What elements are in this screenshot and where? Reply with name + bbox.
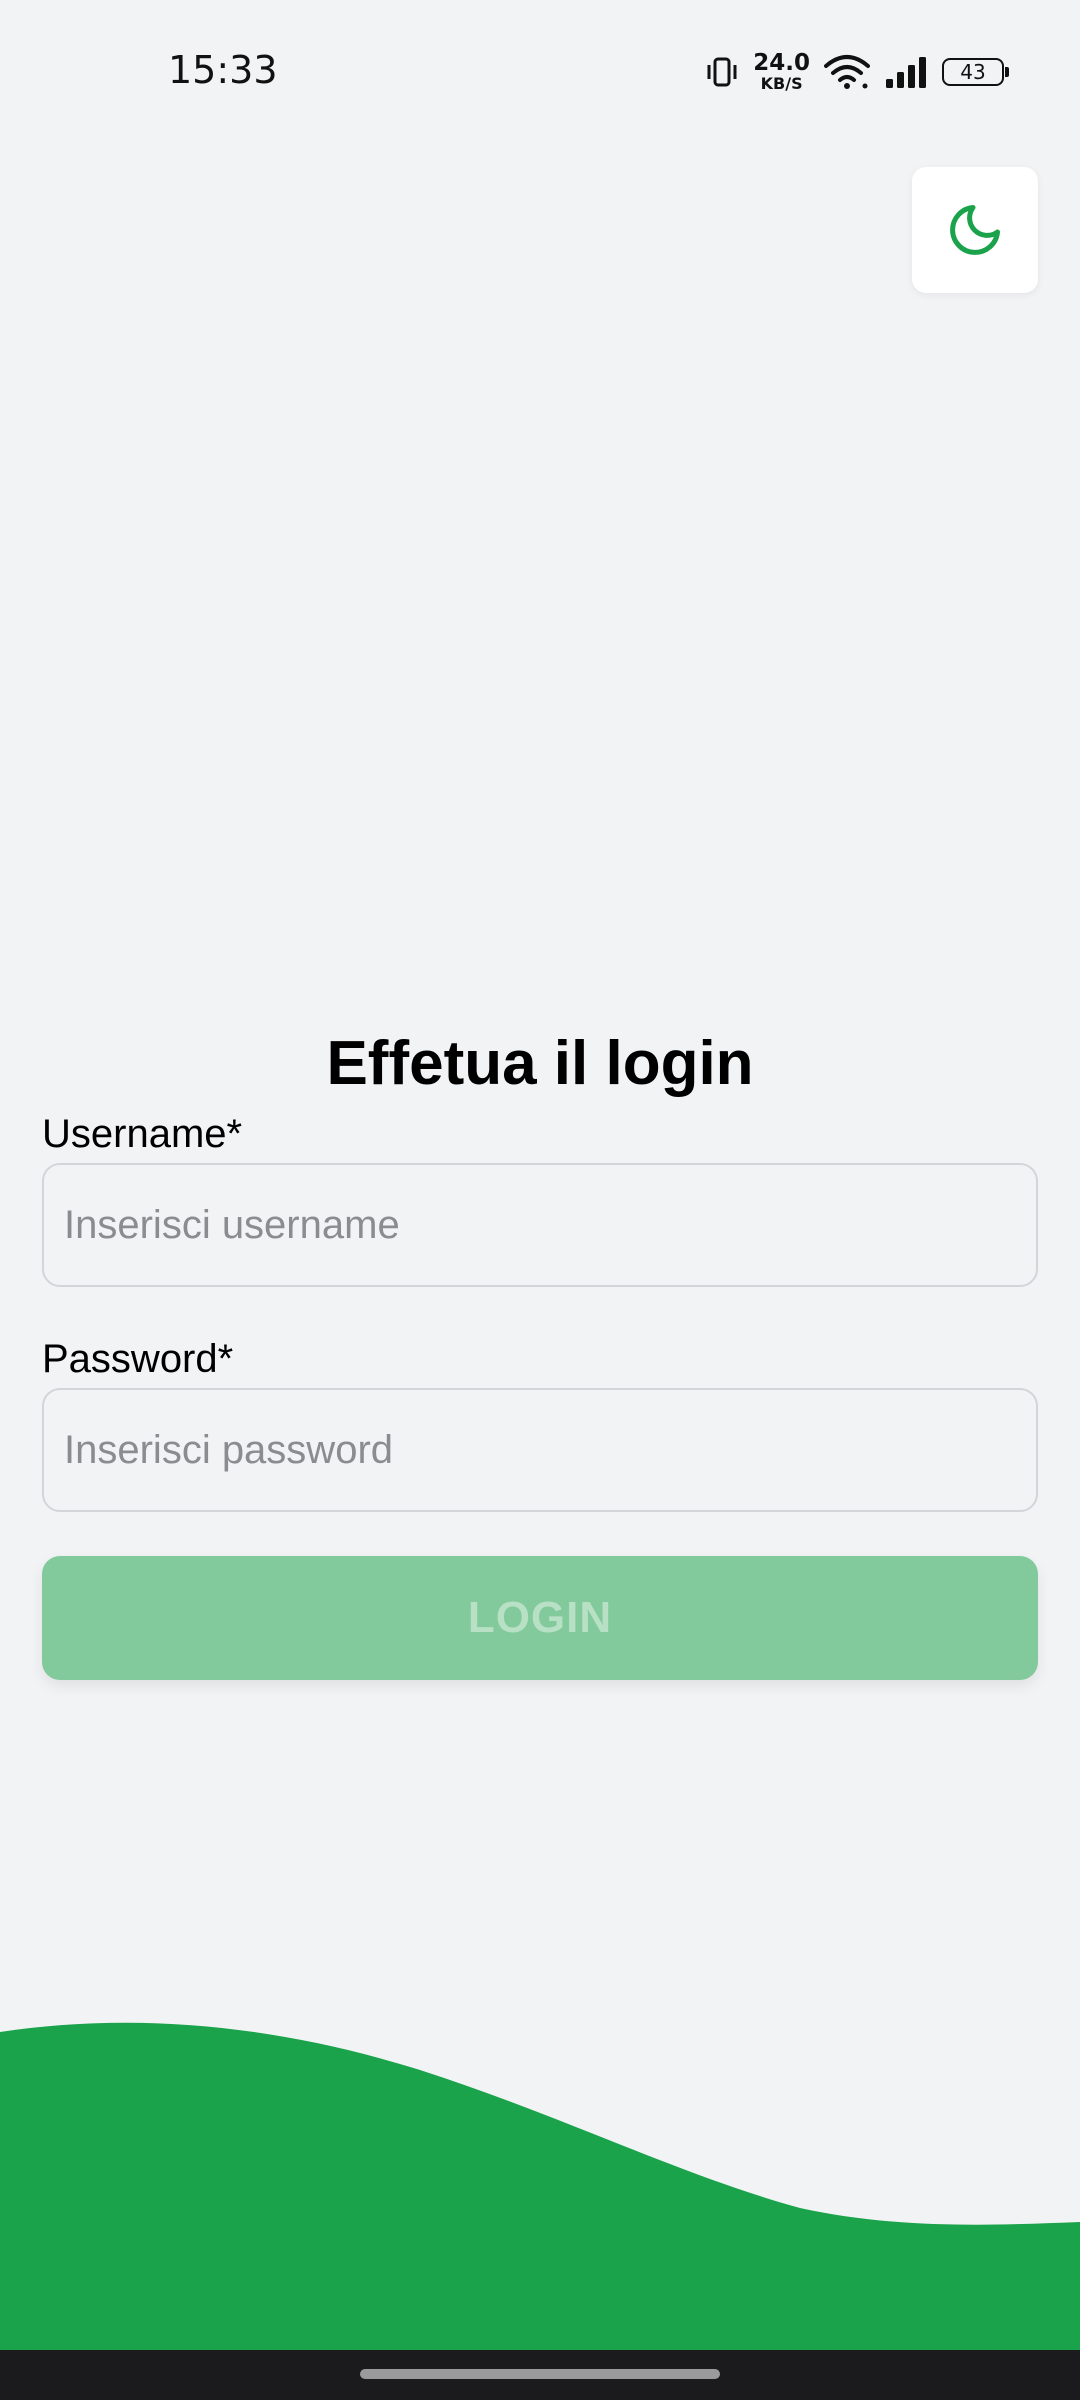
wifi-icon: [824, 55, 870, 89]
status-time: 15:33: [168, 48, 278, 92]
password-input[interactable]: [42, 1388, 1038, 1512]
battery-icon: 43: [942, 58, 1009, 86]
network-speed: 24.0 KB/S: [753, 52, 810, 92]
home-indicator[interactable]: [360, 2369, 720, 2379]
network-speed-unit: KB/S: [760, 74, 803, 93]
password-label: Password*: [42, 1337, 234, 1381]
theme-toggle-button[interactable]: [912, 167, 1038, 293]
moon-icon: [950, 205, 1000, 255]
login-button[interactable]: LOGIN: [42, 1556, 1038, 1680]
username-label: Username*: [42, 1112, 243, 1156]
vibrate-icon: [707, 57, 737, 87]
page-title: Effetua il login: [326, 1029, 754, 1098]
status-bar: 15:33 24.0 KB/S 43: [0, 0, 1080, 140]
network-speed-value: 24.0: [753, 50, 810, 76]
navigation-bar: [0, 2350, 1080, 2400]
login-screen: 15:33 24.0 KB/S 43 Effetua il login User…: [0, 0, 1080, 2400]
status-icons: 24.0 KB/S 43: [705, 50, 1009, 94]
username-input[interactable]: [42, 1163, 1038, 1287]
signal-icon: [886, 57, 926, 88]
decorative-wave: [0, 2022, 1080, 2350]
